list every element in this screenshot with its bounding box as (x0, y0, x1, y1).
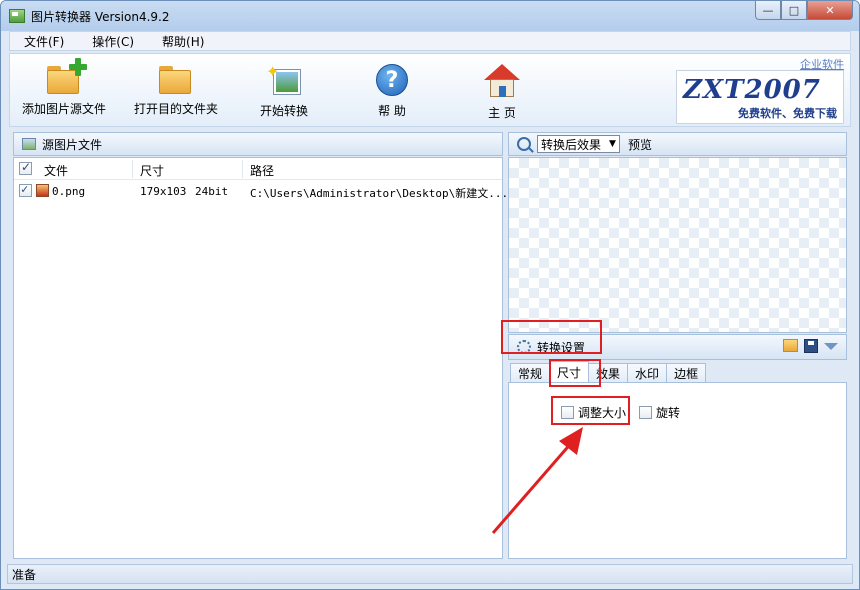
app-window: 图片转换器 Version4.9.2 — □ ✕ 文件(F) 操作(C) 帮助(… (0, 0, 860, 590)
status-bar: 准备 (7, 564, 853, 584)
status-text: 准备 (12, 567, 37, 582)
annotation-arrow (491, 427, 583, 534)
